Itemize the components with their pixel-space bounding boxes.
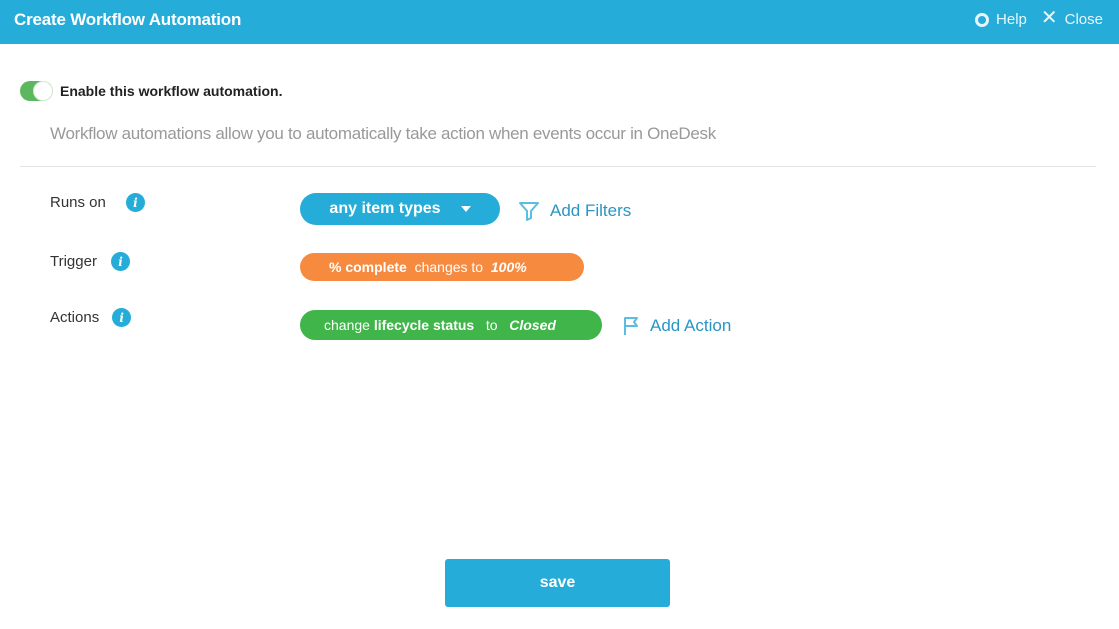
info-icon[interactable]: i bbox=[110, 252, 130, 271]
enable-row: Enable this workflow automation. bbox=[20, 81, 282, 101]
action-field: lifecycle status bbox=[373, 317, 475, 333]
trigger-label: Trigger bbox=[50, 253, 97, 270]
add-filters-label: Add Filters bbox=[550, 201, 632, 220]
info-icon[interactable]: i bbox=[125, 193, 145, 212]
caret-down-icon bbox=[460, 206, 471, 212]
add-action-label: Add Action bbox=[650, 316, 732, 335]
action-pill[interactable]: change lifecycle status to Closed bbox=[300, 310, 602, 340]
info-icon[interactable]: i bbox=[112, 308, 132, 327]
trigger-pill[interactable]: % complete changes to 100% bbox=[300, 253, 584, 281]
action-value: Closed bbox=[509, 317, 556, 333]
save-button[interactable]: save bbox=[445, 559, 670, 607]
trigger-row-label: Trigger i bbox=[50, 252, 130, 271]
toggle-knob bbox=[33, 81, 53, 101]
divider bbox=[20, 166, 1096, 167]
trigger-verb: changes to bbox=[414, 259, 484, 275]
action-connector: to bbox=[485, 317, 498, 333]
action-verb: change bbox=[324, 317, 370, 333]
trigger-value: 100% bbox=[490, 259, 527, 275]
enable-label: Enable this workflow automation. bbox=[60, 83, 283, 99]
item-types-value: any item types bbox=[329, 200, 441, 217]
runs-on-label: Runs on bbox=[50, 194, 106, 211]
filter-icon bbox=[519, 202, 539, 221]
enable-toggle[interactable] bbox=[20, 81, 53, 101]
close-icon: ✕ bbox=[1040, 7, 1058, 29]
add-action-link[interactable]: Add Action bbox=[622, 315, 731, 337]
close-button[interactable]: ✕ Close bbox=[1040, 7, 1103, 29]
dialog-title: Create Workflow Automation bbox=[14, 10, 242, 29]
flag-icon bbox=[624, 317, 638, 335]
add-filters-link[interactable]: Add Filters bbox=[518, 200, 631, 222]
close-label: Close bbox=[1064, 11, 1103, 28]
dialog-header: Create Workflow Automation Help ✕ Close bbox=[0, 0, 1119, 44]
actions-row-label: Actions i bbox=[50, 308, 132, 327]
lifebuoy-icon bbox=[975, 12, 990, 27]
help-button[interactable]: Help bbox=[975, 11, 1027, 28]
item-types-dropdown[interactable]: any item types bbox=[300, 193, 500, 225]
actions-label: Actions bbox=[50, 309, 100, 326]
description-text: Workflow automations allow you to automa… bbox=[50, 124, 716, 143]
help-label: Help bbox=[996, 11, 1027, 28]
trigger-field: % complete bbox=[329, 259, 407, 275]
runs-on-row-label: Runs on i bbox=[50, 193, 145, 212]
